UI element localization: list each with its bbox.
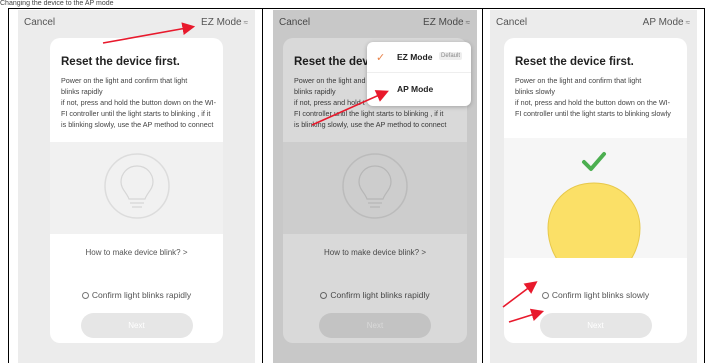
card-title: Reset the device first. [61,56,180,68]
screen-ap-mode: Cancel AP Mode ≈ Reset the device first. … [490,10,697,363]
instruction-line: blinks slowly [515,87,555,96]
top-bar: Cancel EZ Mode ≈ [18,10,255,34]
confirm-checkbox[interactable]: Confirm light blinks rapidly [50,290,223,300]
screen-ez-mode: Cancel EZ Mode ≈ Reset the device first. … [18,10,255,363]
mode-label: AP Mode [642,17,684,28]
wifi-icon: ≈ [243,18,248,27]
check-icon [582,152,606,171]
instruction-line: is blinking slowly, use the AP method to… [61,120,214,129]
table-divider [482,8,483,363]
blinking-bulb-illustration [504,138,687,258]
instructions: Power on the light and confirm that ligh… [61,75,217,130]
instruction-line: FI controller until the light starts to … [515,109,671,118]
top-bar: Cancel AP Mode ≈ [490,10,697,34]
cancel-button[interactable]: Cancel [496,17,527,28]
screen-mode-menu: Cancel EZ Mode ≈ Reset the devic Power on… [273,10,477,363]
menu-label: EZ Mode [397,52,433,62]
mode-label: EZ Mode [201,17,242,28]
table-divider [262,8,263,363]
menu-label: AP Mode [397,84,434,94]
caption: Changing the device to the AP mode [0,0,114,7]
how-to-blink-link[interactable]: How to make device blink? > [50,248,223,257]
confirm-label: Confirm light blinks rapidly [91,290,192,300]
menu-item-ez-mode[interactable]: ✓ EZ Mode Default [367,42,471,73]
instruction-line: blinks rapidly [61,87,103,96]
check-icon: ✓ [376,52,386,64]
instruction-line: Power on the light and confirm that ligh… [515,76,642,85]
bulb-icon [103,153,170,219]
radio-icon [81,292,89,299]
mode-switch-button[interactable]: EZ Mode ≈ [201,17,248,28]
mode-menu: ✓ EZ Mode Default AP Mode [367,42,471,106]
instruction-line: if not, press and hold the button down o… [61,98,217,107]
confirm-label: Confirm light blinks slowly [551,290,650,300]
radio-icon [541,292,549,299]
instruction-line: FI controller until the light starts to … [61,109,211,118]
menu-item-ap-mode[interactable]: AP Mode [367,74,471,105]
default-badge: Default [439,52,463,60]
next-button[interactable]: Next [80,313,193,338]
card-title: Reset the device first. [515,56,634,68]
confirm-checkbox[interactable]: Confirm light blinks slowly [504,290,687,300]
instruction-line: if not, press and hold the button down o… [515,98,671,107]
next-button[interactable]: Next [539,313,652,338]
mode-switch-button[interactable]: AP Mode ≈ [643,17,690,28]
bulb-illustration [50,142,223,234]
reset-card: Reset the device first. Power on the lig… [50,38,223,343]
instructions: Power on the light and confirm that ligh… [515,75,677,119]
wifi-icon: ≈ [685,18,690,27]
lit-bulb-icon [547,152,641,258]
table-divider [704,8,705,363]
cancel-button[interactable]: Cancel [24,17,55,28]
instruction-line: Power on the light and confirm that ligh… [61,76,188,85]
reset-card: Reset the device first. Power on the lig… [504,38,687,343]
